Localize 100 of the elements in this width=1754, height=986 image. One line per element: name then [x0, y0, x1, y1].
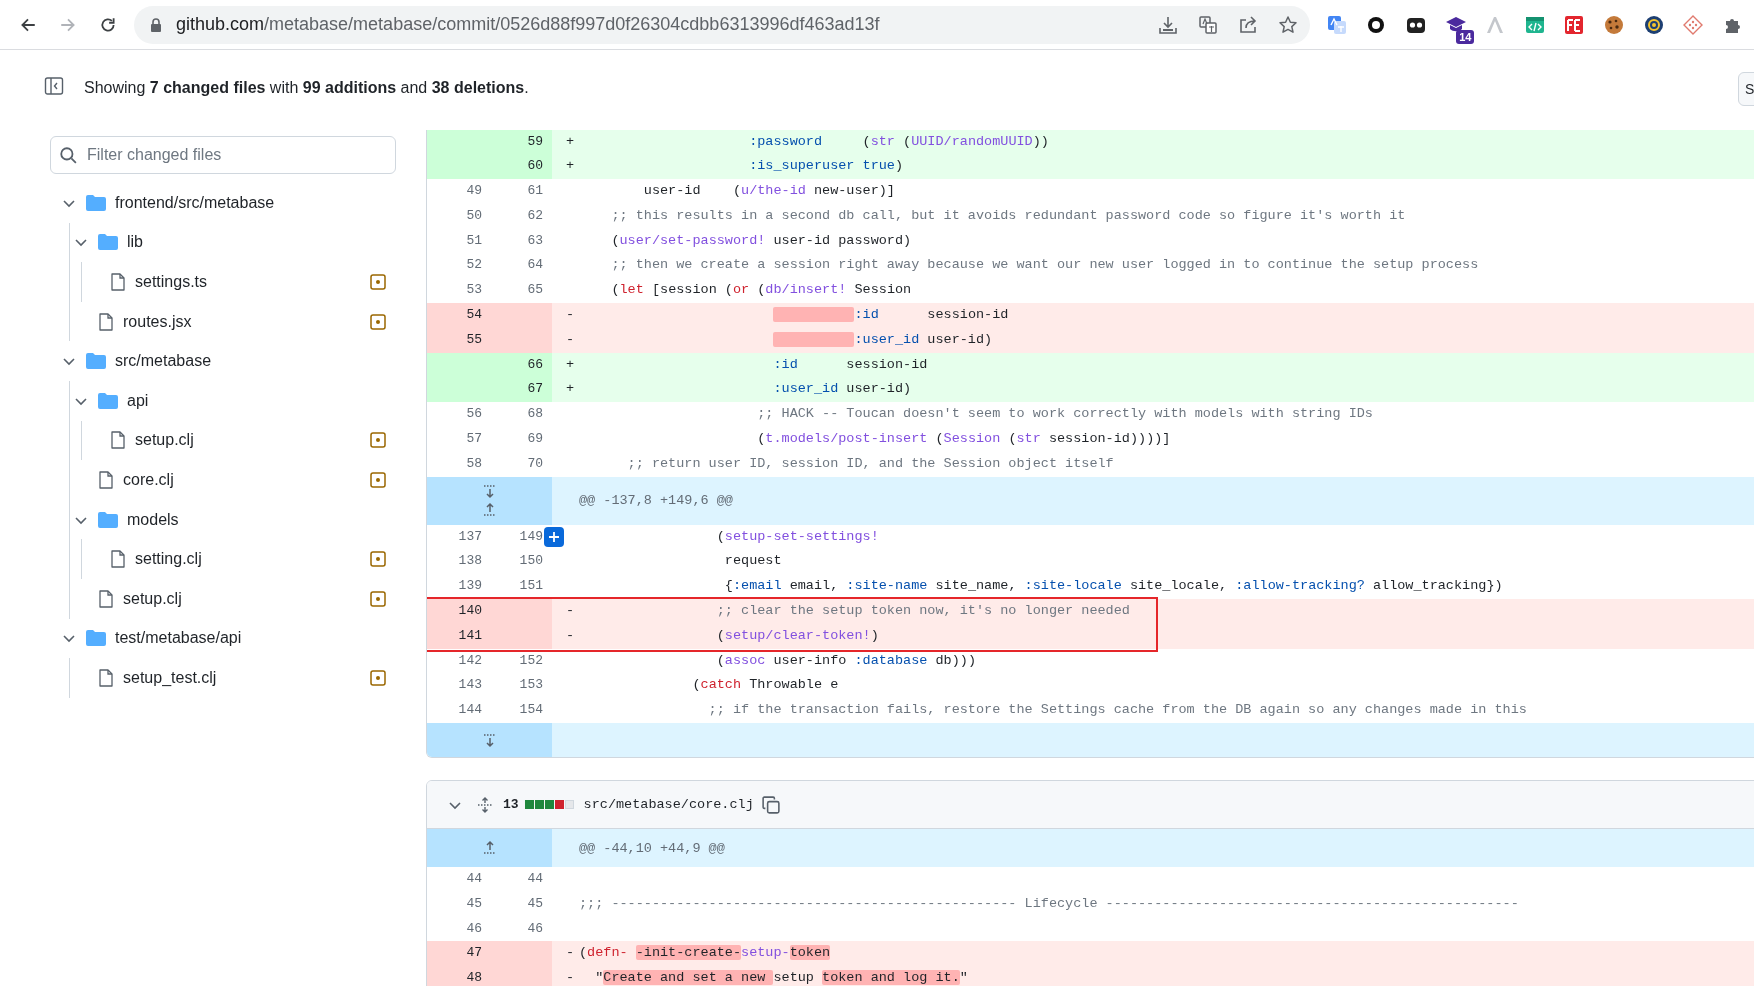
add-comment-button[interactable]	[544, 526, 564, 547]
settings-button[interactable]: S	[1738, 72, 1754, 106]
folder-name[interactable]: test/metabase/api	[115, 629, 242, 648]
line-number[interactable]: 56	[466, 406, 482, 422]
line-number[interactable]: 143	[458, 677, 482, 693]
line-number[interactable]: 151	[519, 578, 543, 594]
code-line: :id session-id	[579, 303, 1009, 328]
copy-icon[interactable]	[761, 795, 780, 814]
folder-name[interactable]: api	[127, 391, 149, 410]
line-number[interactable]: 59	[527, 133, 543, 149]
line-number[interactable]: 144	[458, 702, 482, 718]
sidebar-toggle-icon[interactable]	[44, 76, 64, 96]
folder-name[interactable]: frontend/src/metabase	[115, 193, 275, 212]
line-number[interactable]: 55	[466, 331, 482, 347]
diffstat-bar	[524, 800, 574, 810]
cookie-icon[interactable]	[1603, 14, 1624, 35]
expand-down-icon[interactable]	[481, 483, 498, 500]
code-line: :user_id user-id)	[772, 380, 912, 399]
file-name[interactable]: setting.clj	[135, 550, 202, 569]
line-number[interactable]: 58	[466, 455, 482, 471]
address-bar[interactable]: github.com/metabase/metabase/commit/0526d88f997d0f26304cdbb6313996df463ad13f	[134, 5, 1310, 44]
line-number[interactable]: 149	[519, 528, 543, 544]
line-number[interactable]: 64	[527, 257, 543, 273]
line-number[interactable]: 150	[519, 553, 543, 569]
line-number[interactable]: 139	[458, 578, 482, 594]
line-number[interactable]: 137	[458, 528, 482, 544]
file-name[interactable]: settings.ts	[135, 273, 208, 291]
line-number[interactable]: 60	[527, 158, 543, 174]
download-icon[interactable]	[1158, 14, 1178, 35]
code-line: :id session-id	[772, 355, 928, 374]
tile-icon[interactable]	[1564, 14, 1585, 35]
diff-marker: -	[566, 307, 575, 323]
line-number[interactable]: 65	[527, 282, 543, 298]
code-line: (let [session (or (db/insert! Session	[610, 281, 912, 300]
folder-name[interactable]: lib	[127, 233, 143, 252]
line-number[interactable]: 142	[458, 652, 482, 668]
line-number[interactable]: 52	[466, 257, 482, 273]
line-number[interactable]: 66	[527, 356, 543, 372]
line-number[interactable]: 153	[519, 677, 543, 693]
line-number[interactable]: 152	[519, 652, 543, 668]
filter-field[interactable]: Filter changed files	[50, 136, 396, 174]
line-number[interactable]: 45	[466, 895, 482, 911]
diff-marker: -	[566, 970, 575, 986]
expand-up-icon[interactable]	[481, 502, 498, 519]
code-line: (setup-set-settings!	[715, 527, 879, 546]
line-number[interactable]: 61	[527, 183, 543, 199]
change-count: 13	[503, 797, 519, 813]
line-number[interactable]: 69	[527, 431, 543, 447]
line-number[interactable]: 44	[466, 871, 482, 887]
line-number[interactable]: 46	[527, 920, 543, 936]
line-number[interactable]: 70	[527, 455, 543, 471]
line-number[interactable]: 44	[527, 871, 543, 887]
ring-icon[interactable]	[1366, 14, 1387, 35]
plus-icon	[548, 530, 560, 543]
line-number[interactable]: 138	[458, 553, 482, 569]
file-name[interactable]: setup.clj	[135, 431, 194, 450]
line-number[interactable]: 54	[466, 307, 482, 323]
line-number[interactable]: 154	[519, 702, 543, 718]
expand-up-icon[interactable]	[481, 840, 498, 857]
folder-name[interactable]: models	[127, 510, 179, 529]
file-name[interactable]: setup_test.clj	[123, 668, 217, 687]
code-line: :password (str (UUID/randomUUID))	[748, 132, 1049, 151]
line-number[interactable]: 46	[466, 920, 482, 936]
file-name[interactable]: routes.jsx	[123, 312, 192, 331]
diff-marker: -	[566, 603, 575, 619]
file-path[interactable]: src/metabase/core.clj	[583, 797, 754, 813]
folder-icon	[98, 392, 118, 409]
translate-icon[interactable]	[1326, 14, 1347, 35]
line-number[interactable]: 53	[466, 282, 482, 298]
file-name[interactable]: setup.clj	[123, 589, 182, 608]
globe-icon[interactable]	[1643, 14, 1664, 35]
line-number[interactable]: 49	[466, 183, 482, 199]
line-number[interactable]: 48	[466, 970, 482, 986]
diff-marker: +	[566, 158, 575, 174]
expand-down-icon[interactable]	[481, 732, 498, 749]
translate-icon[interactable]	[1198, 14, 1218, 35]
code-line: (catch Throwable e	[691, 676, 839, 695]
file-icon	[98, 668, 114, 687]
code-line: ;; clear the setup token now, it's no longer needed	[715, 602, 1130, 621]
line-number[interactable]: 67	[527, 381, 543, 397]
share-icon[interactable]	[1238, 14, 1258, 35]
hunk-header: @@ -137,8 +149,6 @@	[579, 493, 733, 509]
code-line: ;;; -------------------------------------------------- Lifecycle ---------------------------------------------------	[579, 894, 1519, 913]
line-number[interactable]: 47	[466, 945, 482, 961]
line-number[interactable]: 57	[466, 431, 482, 447]
line-number[interactable]: 45	[527, 895, 543, 911]
line-number[interactable]: 63	[527, 232, 543, 248]
file-name[interactable]: core.clj	[123, 470, 174, 489]
folder-name[interactable]: src/metabase	[115, 352, 212, 371]
line-number[interactable]: 62	[527, 207, 543, 223]
code-line: (user/set-password! user-id password)	[610, 231, 912, 250]
diamond-icon[interactable]	[1683, 14, 1704, 35]
line-number[interactable]: 50	[466, 207, 482, 223]
line-number[interactable]: 68	[527, 406, 543, 422]
line-number[interactable]: 51	[466, 232, 482, 248]
code-icon[interactable]	[1524, 14, 1545, 35]
expand-all-icon[interactable]	[477, 796, 493, 813]
star-icon[interactable]	[1278, 14, 1298, 35]
notification-badge: 14	[1456, 29, 1475, 44]
file-icon	[98, 312, 114, 331]
